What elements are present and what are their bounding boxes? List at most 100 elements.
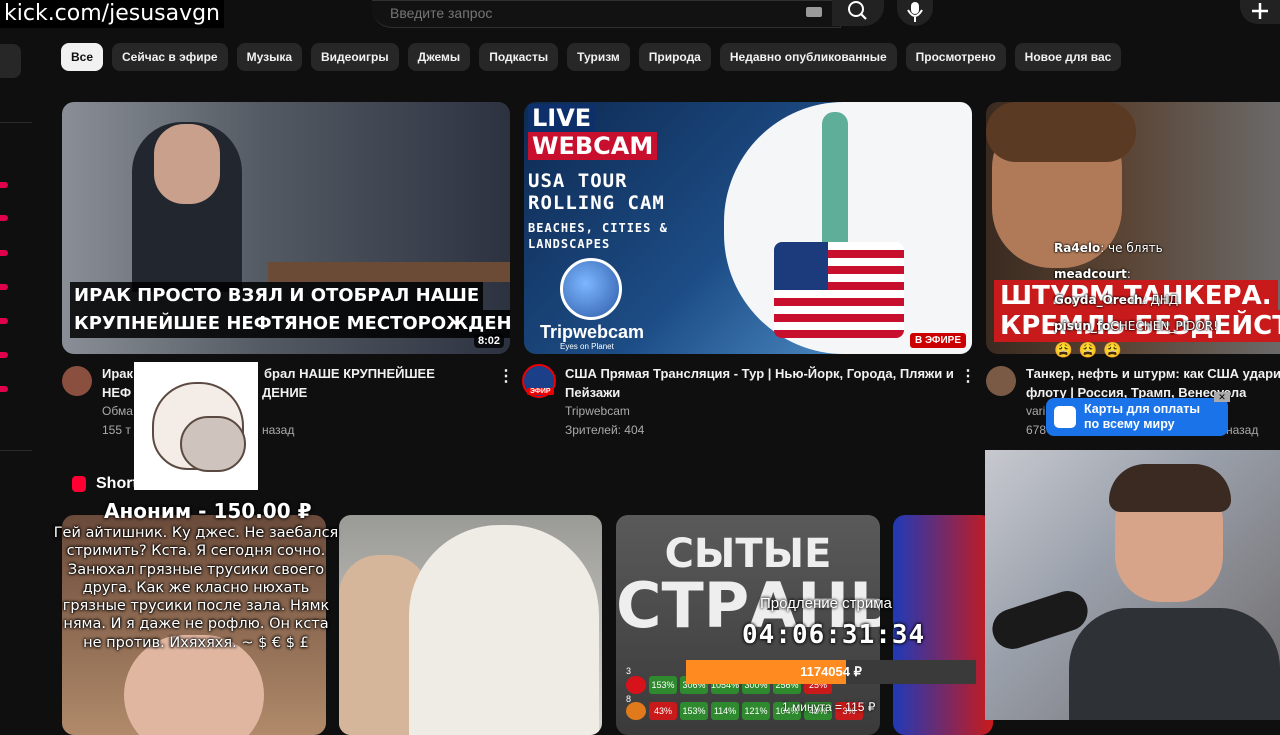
ad-line: по всему миру	[1084, 417, 1175, 431]
statue-of-liberty-icon	[822, 112, 848, 242]
channel-name[interactable]: Tripwebcam	[565, 402, 630, 421]
viewer-count: Зрителей: 404	[565, 423, 645, 437]
chat-text: CHECHEN_PIDOR!	[1110, 319, 1218, 333]
brand-subtitle: Eyes on Planet	[560, 342, 614, 351]
card-icon	[1054, 406, 1076, 428]
video-thumbnail[interactable]: ИРАК ПРОСТО ВЗЯЛ И ОТОБРАЛ НАШЕ КРУПНЕЙШ…	[62, 102, 510, 354]
chip-watched[interactable]: Просмотрено	[905, 43, 1006, 71]
ad-close-button[interactable]: ✕	[1214, 392, 1230, 402]
video-title[interactable]: ДЕНИЕ	[262, 383, 307, 402]
chat-username: Goyda_Orech	[1054, 293, 1143, 307]
live-badge: В ЭФИРЕ	[909, 333, 966, 348]
channel-name[interactable]: vari	[1026, 402, 1045, 421]
more-options-icon[interactable]: ⋮	[960, 366, 976, 386]
chip-podcasts[interactable]: Подкасты	[479, 43, 559, 71]
video-title[interactable]: Танкер, нефть и штурм: как США удари	[1026, 364, 1280, 383]
video-title[interactable]: Пейзажи	[565, 383, 620, 402]
channel-name[interactable]: Обма	[102, 402, 133, 421]
channel-avatar[interactable]	[986, 366, 1016, 396]
mic-icon	[907, 2, 923, 22]
timer-label: Продление стрима	[760, 595, 892, 612]
chip-tourism[interactable]: Туризм	[567, 43, 630, 71]
search-box[interactable]	[372, 0, 841, 28]
more-options-icon[interactable]: ⋮	[498, 366, 514, 386]
thumb-hair	[986, 102, 1136, 162]
keyboard-icon[interactable]	[806, 7, 822, 17]
stream-url: kick.com/jesusavgn	[0, 0, 225, 28]
chat-text: : че блять	[1100, 241, 1163, 255]
ad-text: Карты для оплаты по всему миру	[1084, 402, 1200, 432]
sidebar-live-indicator[interactable]	[0, 182, 8, 188]
stat-cell: 114%	[711, 702, 739, 720]
stat-cell: 153%	[680, 702, 708, 720]
thumb-cat	[409, 525, 599, 735]
stat-cell: 153%	[649, 676, 677, 694]
video-title[interactable]: Ирак	[102, 364, 133, 383]
video-duration: 8:02	[473, 334, 504, 348]
chat-username: meadcourt	[1054, 267, 1127, 281]
chip-nature[interactable]: Природа	[638, 43, 711, 71]
sidebar-divider	[0, 122, 32, 123]
chat-username: Ra4elo	[1054, 241, 1101, 255]
chip-all[interactable]: Все	[61, 43, 104, 71]
chip-music[interactable]: Музыка	[236, 43, 303, 71]
view-count: 678	[1026, 423, 1047, 437]
chip-jams[interactable]: Джемы	[407, 43, 471, 71]
live-label: LIVE	[528, 104, 596, 132]
search-button[interactable]	[832, 0, 884, 26]
stat-cell: 121%	[742, 702, 770, 720]
goal-progress-bar: 1174054 ₽	[686, 660, 976, 684]
donation-author-amount: Аноним - 150.00 ₽	[104, 499, 312, 523]
video-thumbnail[interactable]: LIVE WEBCAM USA TOUR ROLLING CAM BEACHES…	[524, 102, 972, 354]
chat-message: Ra4elo: че блять	[1054, 241, 1163, 255]
video-title[interactable]: брал НАШЕ КРУПНЕЙШЕЕ	[264, 364, 435, 383]
ad-banner[interactable]: Карты для оплаты по всему миру	[1046, 398, 1228, 436]
thumb-text: ROLLING CAM	[528, 192, 665, 214]
sidebar-live-indicator[interactable]	[0, 215, 8, 221]
create-button[interactable]	[1240, 0, 1280, 24]
chat-message: Goyda_Orech: ДНД	[1054, 293, 1178, 307]
view-count: 155 т	[102, 423, 131, 437]
chip-live[interactable]: Сейчас в эфире	[112, 43, 228, 71]
avatar-live-badge: ЭФИР	[527, 388, 554, 395]
search-input[interactable]	[388, 4, 792, 22]
shorts-icon	[72, 476, 86, 492]
sidebar-live-indicator[interactable]	[0, 352, 8, 358]
stream-timer: 04:06:31:34	[742, 620, 926, 650]
stat-cell: 43%	[649, 702, 677, 720]
sidebar-live-indicator[interactable]	[0, 318, 8, 324]
search-icon	[848, 1, 867, 20]
flag-icon	[626, 676, 646, 694]
video-title[interactable]: НЕФ	[102, 383, 131, 402]
thumb-face	[154, 124, 220, 204]
webcam-label: WEBCAM	[528, 132, 658, 160]
voice-search-button[interactable]	[897, 0, 933, 26]
upload-age: назад	[1226, 423, 1259, 437]
cat-icon	[180, 416, 246, 472]
short-thumbnail[interactable]	[339, 515, 602, 735]
video-thumbnail[interactable]: ШТУРМ ТАНКЕРА. КРЕМЛЬ БЕЗДЕЙСТ	[986, 102, 1280, 354]
chip-recent[interactable]: Недавно опубликованные	[719, 43, 897, 71]
chip-videogames[interactable]: Видеоигры	[311, 43, 399, 71]
sidebar-live-indicator[interactable]	[0, 250, 8, 256]
video-title[interactable]: США Прямая Трансляция - Тур | Нью-Йорк, …	[565, 364, 954, 383]
chip-new-for-you[interactable]: Новое для вас	[1014, 43, 1122, 71]
thumbnail-caption: ИРАК ПРОСТО ВЗЯЛ И ОТОБРАЛ НАШЕ	[70, 282, 484, 310]
donation-sticker	[134, 362, 258, 490]
globe-icon	[560, 258, 622, 320]
sidebar-live-indicator[interactable]	[0, 386, 8, 392]
sidebar-live-indicator[interactable]	[0, 284, 8, 290]
chat-message: pisun_foCHECHEN_PIDOR!	[1054, 319, 1218, 333]
streamer-hair	[1109, 464, 1231, 512]
filter-chips: Все Сейчас в эфире Музыка Видеоигры Джем…	[61, 43, 1122, 71]
channel-avatar[interactable]	[62, 366, 92, 396]
chat-text: :	[1126, 267, 1131, 281]
brand-logo: Tripwebcam	[540, 322, 645, 342]
chat-emojis: 😩😩😩	[1054, 342, 1129, 359]
goal-amount: 1174054 ₽	[800, 664, 862, 679]
streamer-webcam	[985, 450, 1280, 720]
chat-text: : ДНД	[1142, 293, 1179, 307]
plus-icon	[1252, 3, 1268, 19]
flag-stars-icon	[774, 242, 828, 290]
sidebar-home-item[interactable]	[0, 44, 21, 78]
